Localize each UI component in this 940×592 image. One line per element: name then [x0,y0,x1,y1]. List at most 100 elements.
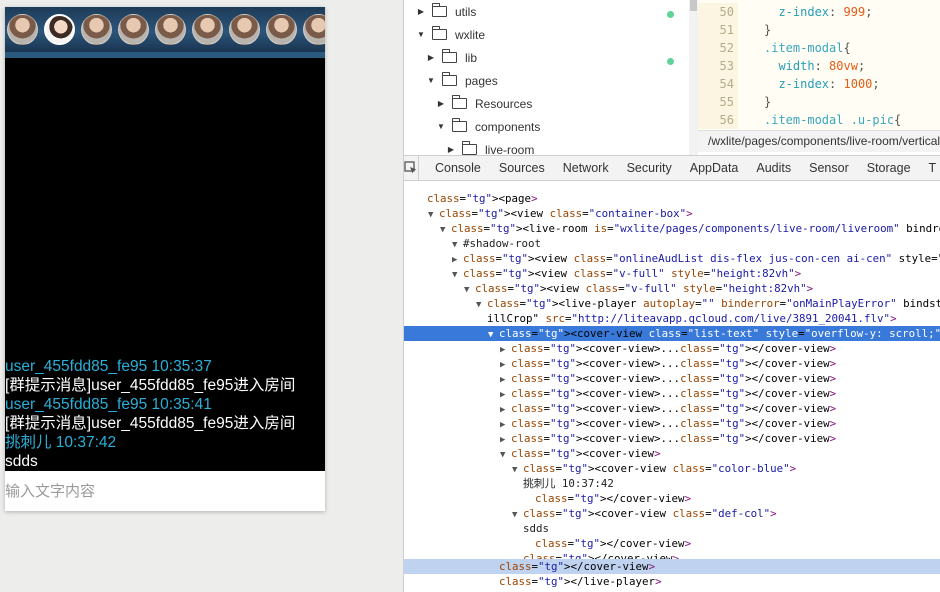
file-tree-scrollbar[interactable] [689,0,698,155]
code-line[interactable]: 53 width: 80vw; [698,57,865,75]
file-tree-item[interactable]: ▶ utils [416,0,476,23]
dom-node[interactable]: ▼ class="tg"><view class="v-full" style="… [404,281,940,296]
audience-avatar[interactable] [155,14,186,45]
simulator-phone: user_455fdd85_fe95 10:35:37 [群提示消息]user_… [5,7,325,511]
chat-message: 挑刺儿 10:37:42 [5,434,117,451]
file-tree-scroll-thumb[interactable] [690,0,697,11]
dom-node[interactable]: ▶ class="tg"><cover-view>...class="tg"></… [404,431,940,446]
code-text: } [764,95,772,109]
dom-node-text: class="tg"><cover-view>...class="tg"></c… [511,387,837,400]
tab-console[interactable]: Console [427,161,489,175]
code-line[interactable]: 50 z-index: 999; [698,3,872,21]
audience-avatar[interactable] [81,14,112,45]
caret-right-icon[interactable]: ▶ [446,145,456,154]
line-number: 54 [698,75,738,93]
tab-appdata[interactable]: AppData [682,161,747,175]
dom-node[interactable]: ▶ class="tg"><cover-view>...class="tg"></… [404,386,940,401]
file-tree-item[interactable]: ▶ Resources [436,92,532,115]
dom-node[interactable]: ▼ #shadow-root [404,236,940,251]
file-tree-item[interactable]: ▼ wxlite [416,23,485,46]
file-tree-label: live-room [485,142,535,156]
dom-node[interactable]: ▼ class="tg"><live-room is="wxlite/pages/… [404,221,940,236]
caret-right-icon[interactable]: ▶ [426,53,436,62]
tab-storage[interactable]: Storage [859,161,919,175]
dom-node[interactable]: ▼ class="tg"><live-player autoplay="" bin… [404,296,940,311]
code-text: z-index: 1000; [778,77,880,91]
chat-message: [群提示消息]user_455fdd85_fe95进入房间 [5,377,296,394]
dom-node-selected[interactable]: ▼ class="tg"><cover-view class="list-text… [404,326,940,341]
audience-avatar[interactable] [7,14,38,45]
file-tree-item[interactable]: ▶ lib [426,46,477,69]
dom-node[interactable]: class="tg"></cover-view> [404,491,940,506]
code-editor[interactable]: 50 z-index: 999; 51} 52 .item-modal{53 widt… [698,0,940,130]
code-text: .item-modal{ [764,41,851,55]
dom-node[interactable]: class="tg"></cover-view> [404,559,940,574]
audience-avatar[interactable] [229,14,260,45]
audience-avatar[interactable] [303,14,325,45]
dom-node[interactable]: illCrop" src="http://liteavapp.qcloud.co… [404,311,940,326]
tab-sources[interactable]: Sources [491,161,553,175]
folder-icon [462,141,477,155]
dom-node[interactable]: ▶ class="tg"><view class="onlineAudList d… [404,251,940,266]
tab-network[interactable]: Network [555,161,617,175]
audience-avatar[interactable] [266,14,297,45]
dom-node-text: class="tg"><cover-view class="def-col"> [523,507,777,520]
file-tree-label: wxlite [455,27,486,42]
live-player-video[interactable]: user_455fdd85_fe95 10:35:37 [群提示消息]user_… [5,58,325,471]
dom-node[interactable]: class="tg"></live-player> [404,574,940,589]
dom-node[interactable]: ▼ class="tg"><view class="container-box"> [404,206,940,221]
dom-node[interactable]: 挑刺儿 10:37:42 [404,476,940,491]
dom-node-text: class="tg"><page> [427,192,538,205]
tab-sensor[interactable]: Sensor [801,161,857,175]
dom-node[interactable]: ▼ class="tg"><cover-view class="def-col"> [404,506,940,521]
file-tree-item[interactable]: ▶ live-room [446,138,534,155]
file-tree-label: Resources [475,96,533,111]
dom-node[interactable]: ▼ class="tg"><view class="v-full" style="… [404,266,940,281]
tab-t[interactable]: T [921,161,940,175]
tab-security[interactable]: Security [619,161,680,175]
dom-node-text: 挑刺儿 10:37:42 [523,477,614,490]
dom-node-text: class="tg"></cover-view> [499,560,656,573]
dom-node[interactable]: ▼ class="tg"><cover-view class="color-blu… [404,461,940,476]
chat-message: sdds [5,453,38,470]
file-tree-item[interactable]: ▼ pages [426,69,498,92]
dom-node-text: class="tg"><view class="v-full" style="h… [475,282,814,295]
audience-avatar[interactable] [192,14,223,45]
caret-down-icon[interactable]: ▼ [436,122,446,131]
inspect-cursor-icon [404,161,417,174]
audience-avatar[interactable] [44,14,75,45]
dom-node[interactable]: sdds [404,521,940,536]
dom-node-text: sdds [523,522,550,535]
dom-node[interactable]: ▶ class="tg"><cover-view>...class="tg"></… [404,401,940,416]
code-line[interactable]: 52 .item-modal{ [698,39,851,57]
dom-node[interactable]: class="tg"></cover-view> [404,536,940,551]
dom-node-text: illCrop" src="http://liteavapp.qcloud.co… [487,312,897,325]
code-line[interactable]: 56 .item-modal .u-pic{ [698,111,901,129]
file-tree-label: utils [455,4,477,19]
caret-right-icon[interactable]: ▶ [436,99,446,108]
tab-audits[interactable]: Audits [748,161,799,175]
inspect-element-button[interactable] [404,156,419,180]
folder-icon [442,72,457,86]
message-input[interactable] [5,482,305,500]
dom-node-text: class="tg"><cover-view>...class="tg"></c… [511,357,837,370]
audience-avatar[interactable] [118,14,149,45]
code-text: .item-modal .u-pic{ [764,113,902,127]
dom-node-text: class="tg"><cover-view>...class="tg"></c… [511,417,837,430]
file-tree-label: lib [465,50,478,65]
dom-node[interactable]: ▶ class="tg"><cover-view>...class="tg"></… [404,416,940,431]
caret-down-icon[interactable]: ▼ [426,76,436,85]
file-tree-item[interactable]: ▼ components [436,115,540,138]
code-line[interactable]: 54 z-index: 1000; [698,75,880,93]
code-line[interactable]: 51} [698,21,771,39]
dom-node[interactable]: class="tg"><page> [404,191,940,206]
folder-icon [432,3,447,17]
dom-node[interactable]: ▶ class="tg"><cover-view>...class="tg"></… [404,356,940,371]
caret-down-icon[interactable]: ▼ [416,30,426,39]
caret-right-icon[interactable]: ▶ [416,7,426,16]
dom-node[interactable]: ▼ class="tg"><cover-view> [404,446,940,461]
message-input-bar [5,471,325,511]
dom-node[interactable]: ▶ class="tg"><cover-view>...class="tg"></… [404,371,940,386]
dom-node[interactable]: ▶ class="tg"><cover-view>...class="tg"></… [404,341,940,356]
code-line[interactable]: 55} [698,93,771,111]
